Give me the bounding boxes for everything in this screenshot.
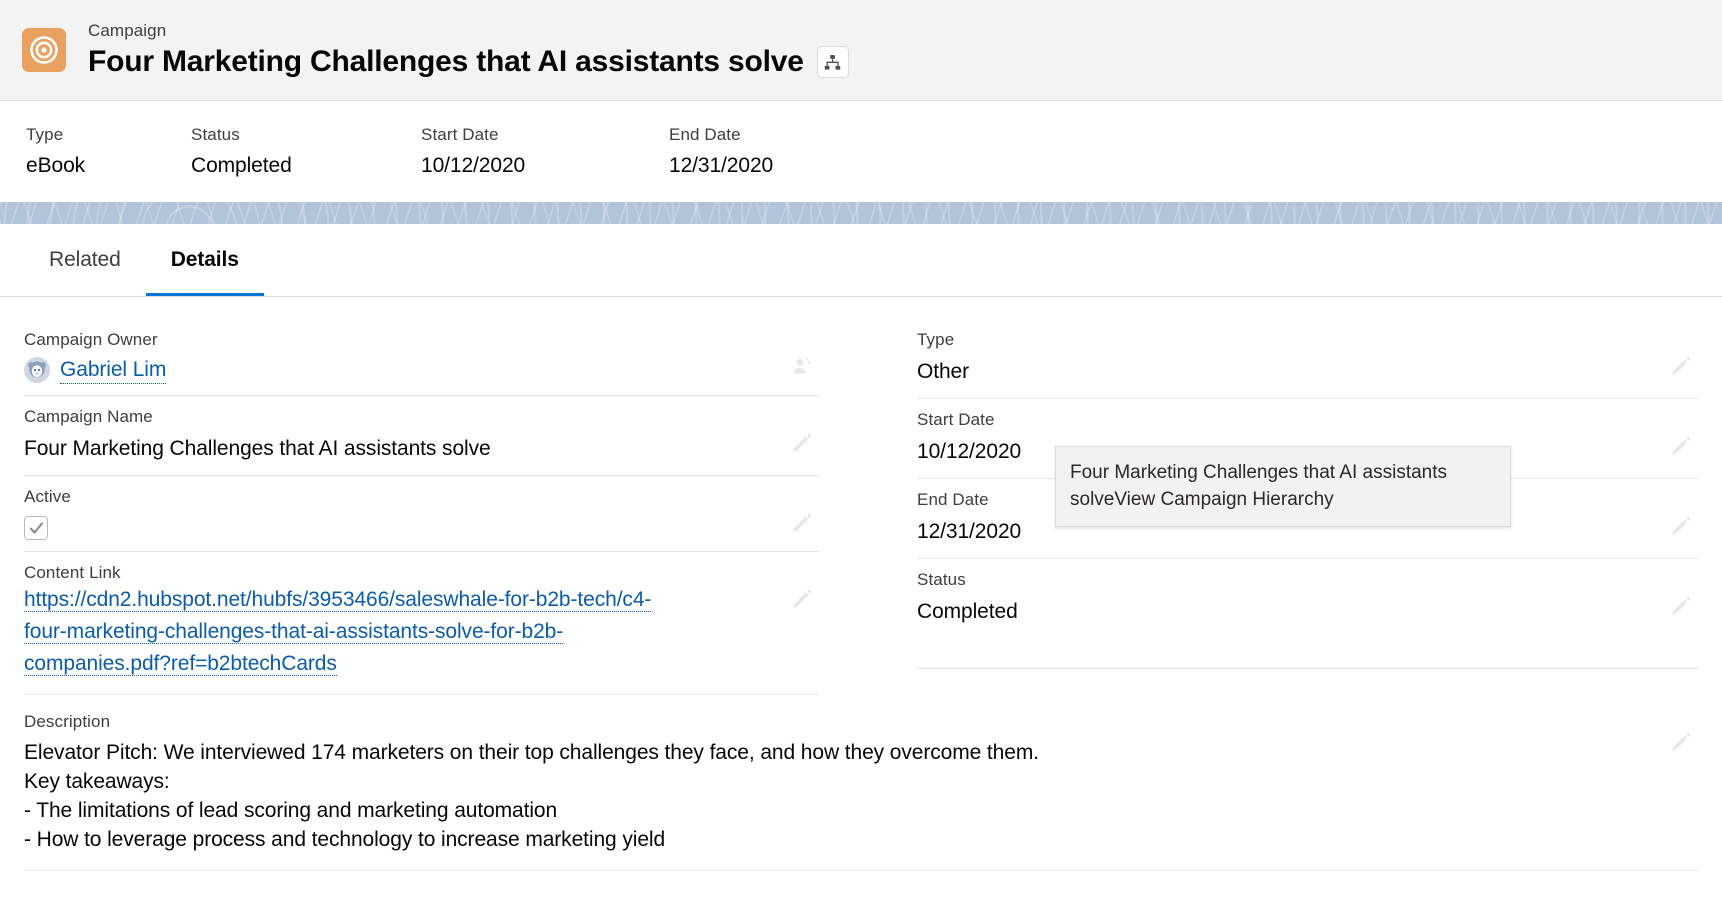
field-status[interactable]: Status Completed [917,559,1698,669]
highlight-value: 10/12/2020 [421,153,526,177]
edit-pencil-icon[interactable] [1670,515,1692,537]
field-active[interactable]: Active [24,476,819,552]
change-owner-icon[interactable] [791,355,813,377]
field-campaign-owner[interactable]: Campaign Owner Gabriel Lim [24,319,819,396]
view-campaign-hierarchy-button[interactable] [816,46,849,78]
edit-pencil-icon[interactable] [1670,595,1692,617]
edit-pencil-icon[interactable] [1670,355,1692,377]
active-checkbox[interactable] [24,516,48,540]
highlight-label: Start Date [421,124,499,144]
content-link-url[interactable]: https://cdn2.hubspot.net/hubfs/3953466/s… [24,588,651,676]
edit-pencil-icon[interactable] [791,432,813,454]
field-campaign-name[interactable]: Campaign Name Four Marketing Challenges … [24,396,819,476]
checkmark-icon [29,521,43,534]
tab-details[interactable]: Details [145,224,264,296]
highlight-end-date: End Date 12/31/2020 [669,124,773,180]
details-panel: Campaign Owner Gabriel Lim Campaign Name… [0,297,1722,871]
field-type[interactable]: Type Other [917,319,1698,399]
hierarchy-tooltip: Four Marketing Challenges that AI assist… [1055,446,1511,527]
field-label: Campaign Owner [24,330,158,349]
highlight-type: Type eBook [26,124,191,180]
field-label: Campaign Name [24,407,153,426]
description-line: - The limitations of lead scoring and ma… [24,799,558,822]
field-value: Other [917,360,970,383]
campaign-target-icon [22,28,66,72]
record-tabs: Related Details [0,224,1722,297]
highlight-label: End Date [669,124,741,144]
record-header: Campaign Four Marketing Challenges that … [0,0,1722,101]
edit-pencil-icon[interactable] [791,512,813,534]
hierarchy-tree-icon [825,54,841,70]
description-line: Elevator Pitch: We interviewed 174 marke… [24,741,1039,764]
highlight-value: eBook [26,153,86,177]
field-label: Start Date [917,410,995,429]
tab-related[interactable]: Related [24,224,146,296]
avatar [24,357,50,383]
description-line: Key takeaways: [24,770,170,793]
page-title: Four Marketing Challenges that AI assist… [88,45,804,78]
highlight-status: Status Completed [191,124,421,180]
entity-type-label: Campaign [88,21,167,40]
highlight-label: Type [26,124,64,144]
edit-pencil-icon[interactable] [1670,731,1692,753]
field-label: Type [917,330,955,349]
field-label: Status [917,570,966,589]
details-left-column: Campaign Owner Gabriel Lim Campaign Name… [24,319,861,695]
description-line: - How to leverage process and technology… [24,828,666,851]
decorative-band [0,202,1722,224]
highlight-value: 12/31/2020 [669,153,774,177]
field-value: Completed [917,600,1018,623]
highlights-panel: Type eBook Status Completed Start Date 1… [0,101,1722,202]
field-value: Four Marketing Challenges that AI assist… [24,437,491,460]
campaign-owner-link[interactable]: Gabriel Lim [60,356,166,384]
highlight-start-date: Start Date 10/12/2020 [421,124,669,180]
edit-pencil-icon[interactable] [791,588,813,610]
content-link-value[interactable]: https://cdn2.hubspot.net/hubfs/3953466/s… [24,584,684,680]
field-label: Content Link [24,563,121,582]
field-label: Description [24,712,111,731]
highlight-value: Completed [191,153,292,177]
field-content-link[interactable]: Content Link https://cdn2.hubspot.net/hu… [24,552,819,695]
highlight-label: Status [191,124,240,144]
field-description[interactable]: Description Elevator Pitch: We interview… [24,699,1698,871]
edit-pencil-icon[interactable] [1670,435,1692,457]
field-label: Active [24,487,71,506]
